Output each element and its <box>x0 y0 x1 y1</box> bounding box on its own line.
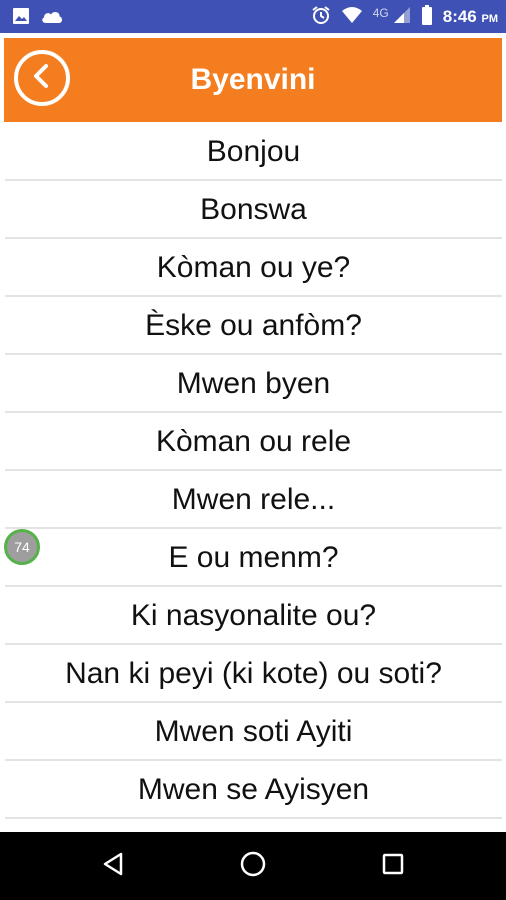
cloud-icon <box>40 8 64 29</box>
list-item[interactable]: Bonswa <box>5 182 502 239</box>
battery-icon <box>421 4 433 30</box>
nav-recents-button[interactable] <box>376 851 410 881</box>
list-item[interactable]: Mwen soti Ayiti <box>5 704 502 761</box>
list-item[interactable]: Mwen byen <box>5 356 502 413</box>
status-bar: 4G 8:46 PM <box>0 0 506 33</box>
list-item[interactable]: Mwen rele... <box>5 472 502 529</box>
recents-square-icon <box>381 852 405 881</box>
list-item[interactable]: Nan ki peyi (ki kote) ou soti? <box>5 646 502 703</box>
clock: 8:46 PM <box>442 7 498 26</box>
network-type-label: 4G <box>372 6 389 20</box>
back-triangle-icon <box>101 851 125 882</box>
status-bar-right: 4G 8:46 PM <box>311 4 498 30</box>
list-item[interactable]: E ou menm? <box>5 530 502 587</box>
nav-back-button[interactable] <box>96 851 130 881</box>
list-item[interactable]: Èske ou anfòm? <box>5 298 502 355</box>
list-item[interactable]: Mwen se Ayisyen <box>5 762 502 819</box>
phrase-list: Bonjou Bonswa Kòman ou ye? Èske ou anfòm… <box>0 124 506 832</box>
page-title: Byenvini <box>190 63 316 96</box>
app-bar: Byenvini <box>4 38 502 122</box>
alarm-icon <box>311 5 331 30</box>
list-item[interactable]: Bonjou <box>5 124 502 181</box>
nav-home-button[interactable] <box>236 851 270 881</box>
signal-icon <box>393 6 411 29</box>
floating-counter-badge[interactable]: 74 <box>4 529 40 565</box>
home-circle-icon <box>239 850 267 883</box>
list-item[interactable]: Ki nasyonalite ou? <box>5 588 502 645</box>
navigation-bar <box>0 832 506 900</box>
wifi-icon <box>341 6 363 29</box>
list-item[interactable]: Kòman ou rele <box>5 414 502 471</box>
list-item[interactable]: Kòman ou ye? <box>5 240 502 297</box>
status-bar-left <box>12 7 64 30</box>
image-icon <box>12 7 30 30</box>
